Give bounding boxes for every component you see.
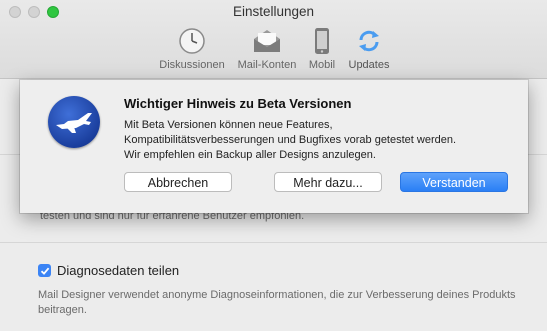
checkmark-icon (40, 267, 49, 275)
tab-label: Diskussionen (159, 59, 225, 71)
tab-mail-konten[interactable]: Mail-Konten (232, 26, 302, 71)
tab-updates[interactable]: Updates (344, 26, 394, 71)
window-toolbar: Einstellungen Diskussionen Mail-Konten M… (0, 0, 547, 79)
tab-mobil[interactable]: Mobil (303, 26, 341, 71)
section-divider (0, 242, 547, 243)
window-title: Einstellungen (232, 4, 315, 19)
beta-warning-dialog: Wichtiger Hinweis zu Beta Versionen Mit … (20, 80, 528, 213)
dialog-message-line: Mit Beta Versionen können neue Features, (124, 119, 333, 131)
phone-icon (303, 26, 341, 56)
tab-label: Updates (348, 59, 390, 71)
dialog-message-line: Kompatibilitätsverbesserungen und Bugfix… (124, 134, 457, 146)
cancel-button[interactable]: Abbrechen (124, 172, 232, 192)
learn-more-button[interactable]: Mehr dazu... (274, 172, 382, 192)
diagnostics-toggle-row[interactable]: Diagnosedaten teilen (38, 263, 179, 278)
airplane-icon (56, 113, 92, 133)
app-icon (48, 96, 100, 148)
diagnostics-description: Mail Designer verwendet anonyme Diagnose… (38, 289, 516, 316)
clock-icon (157, 26, 227, 56)
envelope-icon (232, 26, 302, 56)
confirm-button[interactable]: Verstanden (400, 172, 508, 192)
tab-label: Mail-Konten (237, 59, 297, 71)
dialog-message: Mit Beta Versionen können neue Features,… (124, 118, 514, 163)
diagnostics-checkbox[interactable] (38, 264, 51, 277)
dialog-title: Wichtiger Hinweis zu Beta Versionen (124, 96, 352, 111)
refresh-icon (344, 26, 394, 56)
tab-diskussionen[interactable]: Diskussionen (157, 26, 227, 71)
dialog-message-line: Wir empfehlen ein Backup aller Designs a… (124, 149, 376, 161)
diagnostics-label: Diagnosedaten teilen (57, 263, 180, 278)
tab-label: Mobil (308, 59, 336, 71)
